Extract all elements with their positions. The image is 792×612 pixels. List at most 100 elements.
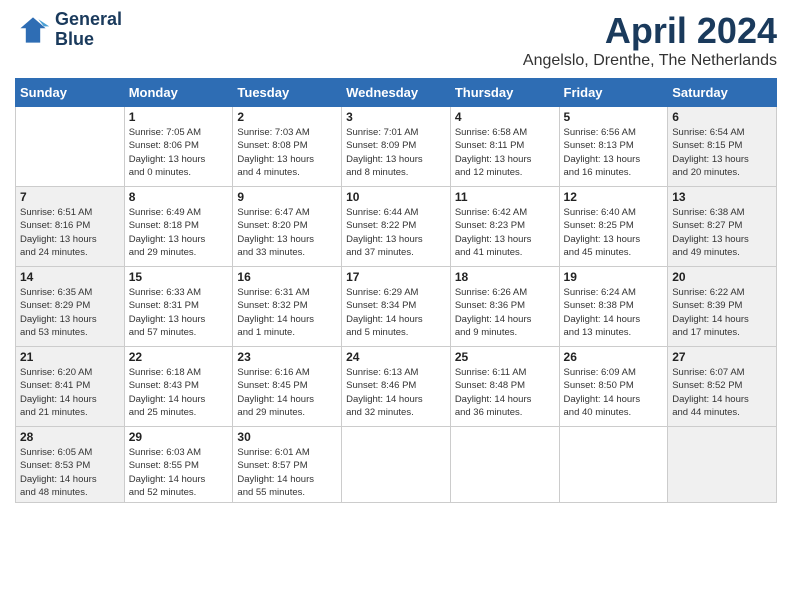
day-info: Sunrise: 6:38 AM Sunset: 8:27 PM Dayligh… (672, 206, 772, 259)
calendar-subtitle: Angelslo, Drenthe, The Netherlands (523, 52, 777, 70)
day-info: Sunrise: 6:07 AM Sunset: 8:52 PM Dayligh… (672, 366, 772, 419)
calendar-table: SundayMondayTuesdayWednesdayThursdayFrid… (15, 78, 777, 503)
calendar-cell: 3 Sunrise: 7:01 AM Sunset: 8:09 PM Daylig… (342, 107, 451, 187)
day-info: Sunrise: 6:22 AM Sunset: 8:39 PM Dayligh… (672, 286, 772, 339)
calendar-cell: 24 Sunrise: 6:13 AM Sunset: 8:46 PM Dayli… (342, 347, 451, 427)
day-info: Sunrise: 6:20 AM Sunset: 8:41 PM Dayligh… (20, 366, 120, 419)
calendar-cell: 30Sunrise: 6:01 AM Sunset: 8:57 PM Dayli… (233, 427, 342, 503)
day-info: Sunrise: 6:42 AM Sunset: 8:23 PM Dayligh… (455, 206, 555, 259)
calendar-cell: 21 Sunrise: 6:20 AM Sunset: 8:41 PM Dayli… (16, 347, 125, 427)
day-number: 22 (129, 350, 229, 364)
page-header: General Blue April 2024 Angelslo, Drenth… (15, 10, 777, 70)
day-header-thursday: Thursday (450, 79, 559, 107)
day-number: 10 (346, 190, 446, 204)
day-info: Sunrise: 6:01 AM Sunset: 8:57 PM Dayligh… (237, 446, 337, 499)
calendar-cell: 28Sunrise: 6:05 AM Sunset: 8:53 PM Dayli… (16, 427, 125, 503)
day-number: 26 (564, 350, 664, 364)
day-header-wednesday: Wednesday (342, 79, 451, 107)
day-number: 8 (129, 190, 229, 204)
day-info: Sunrise: 6:18 AM Sunset: 8:43 PM Dayligh… (129, 366, 229, 419)
day-number: 15 (129, 270, 229, 284)
calendar-cell (668, 427, 777, 503)
week-row-5: 28Sunrise: 6:05 AM Sunset: 8:53 PM Dayli… (16, 427, 777, 503)
calendar-cell (559, 427, 668, 503)
calendar-cell: 11 Sunrise: 6:42 AM Sunset: 8:23 PM Dayli… (450, 187, 559, 267)
day-number: 24 (346, 350, 446, 364)
day-info: Sunrise: 6:09 AM Sunset: 8:50 PM Dayligh… (564, 366, 664, 419)
day-info: Sunrise: 7:03 AM Sunset: 8:08 PM Dayligh… (237, 126, 337, 179)
day-info: Sunrise: 6:13 AM Sunset: 8:46 PM Dayligh… (346, 366, 446, 419)
day-info: Sunrise: 6:29 AM Sunset: 8:34 PM Dayligh… (346, 286, 446, 339)
day-info: Sunrise: 6:56 AM Sunset: 8:13 PM Dayligh… (564, 126, 664, 179)
day-info: Sunrise: 6:31 AM Sunset: 8:32 PM Dayligh… (237, 286, 337, 339)
day-info: Sunrise: 6:51 AM Sunset: 8:16 PM Dayligh… (20, 206, 120, 259)
day-info: Sunrise: 6:35 AM Sunset: 8:29 PM Dayligh… (20, 286, 120, 339)
calendar-cell: 23Sunrise: 6:16 AM Sunset: 8:45 PM Dayli… (233, 347, 342, 427)
calendar-cell: 10 Sunrise: 6:44 AM Sunset: 8:22 PM Dayli… (342, 187, 451, 267)
day-number: 27 (672, 350, 772, 364)
day-number: 13 (672, 190, 772, 204)
week-row-1: 1 Sunrise: 7:05 AM Sunset: 8:06 PM Daylig… (16, 107, 777, 187)
week-row-2: 7 Sunrise: 6:51 AM Sunset: 8:16 PM Daylig… (16, 187, 777, 267)
day-number: 29 (129, 430, 229, 444)
day-info: Sunrise: 6:40 AM Sunset: 8:25 PM Dayligh… (564, 206, 664, 259)
calendar-cell: 5 Sunrise: 6:56 AM Sunset: 8:13 PM Daylig… (559, 107, 668, 187)
calendar-cell: 13 Sunrise: 6:38 AM Sunset: 8:27 PM Dayli… (668, 187, 777, 267)
day-header-monday: Monday (124, 79, 233, 107)
day-number: 9 (237, 190, 337, 204)
day-number: 1 (129, 110, 229, 124)
day-number: 21 (20, 350, 120, 364)
calendar-cell: 29Sunrise: 6:03 AM Sunset: 8:55 PM Dayli… (124, 427, 233, 503)
day-info: Sunrise: 7:05 AM Sunset: 8:06 PM Dayligh… (129, 126, 229, 179)
calendar-cell: 19 Sunrise: 6:24 AM Sunset: 8:38 PM Dayli… (559, 267, 668, 347)
calendar-cell: 4Sunrise: 6:58 AM Sunset: 8:11 PM Daylig… (450, 107, 559, 187)
day-number: 7 (20, 190, 120, 204)
title-area: April 2024 Angelslo, Drenthe, The Nether… (523, 10, 777, 70)
day-number: 2 (237, 110, 337, 124)
calendar-cell: 15Sunrise: 6:33 AM Sunset: 8:31 PM Dayli… (124, 267, 233, 347)
day-info: Sunrise: 6:26 AM Sunset: 8:36 PM Dayligh… (455, 286, 555, 339)
day-number: 19 (564, 270, 664, 284)
logo-icon (15, 12, 51, 48)
logo: General Blue (15, 10, 122, 50)
week-row-3: 14 Sunrise: 6:35 AM Sunset: 8:29 PM Dayli… (16, 267, 777, 347)
day-number: 3 (346, 110, 446, 124)
calendar-title: April 2024 (523, 10, 777, 52)
day-header-saturday: Saturday (668, 79, 777, 107)
calendar-cell: 6Sunrise: 6:54 AM Sunset: 8:15 PM Daylig… (668, 107, 777, 187)
day-number: 25 (455, 350, 555, 364)
day-header-tuesday: Tuesday (233, 79, 342, 107)
calendar-cell: 12 Sunrise: 6:40 AM Sunset: 8:25 PM Dayli… (559, 187, 668, 267)
calendar-cell: 20 Sunrise: 6:22 AM Sunset: 8:39 PM Dayli… (668, 267, 777, 347)
day-number: 17 (346, 270, 446, 284)
day-info: Sunrise: 6:11 AM Sunset: 8:48 PM Dayligh… (455, 366, 555, 419)
calendar-cell: 17 Sunrise: 6:29 AM Sunset: 8:34 PM Dayli… (342, 267, 451, 347)
calendar-cell: 1 Sunrise: 7:05 AM Sunset: 8:06 PM Daylig… (124, 107, 233, 187)
day-number: 20 (672, 270, 772, 284)
day-number: 14 (20, 270, 120, 284)
calendar-body: 1 Sunrise: 7:05 AM Sunset: 8:06 PM Daylig… (16, 107, 777, 503)
calendar-cell: 18 Sunrise: 6:26 AM Sunset: 8:36 PM Dayli… (450, 267, 559, 347)
day-info: Sunrise: 6:58 AM Sunset: 8:11 PM Dayligh… (455, 126, 555, 179)
calendar-cell: 22 Sunrise: 6:18 AM Sunset: 8:43 PM Dayli… (124, 347, 233, 427)
calendar-cell (450, 427, 559, 503)
calendar-cell: 9Sunrise: 6:47 AM Sunset: 8:20 PM Daylig… (233, 187, 342, 267)
calendar-header-row: SundayMondayTuesdayWednesdayThursdayFrid… (16, 79, 777, 107)
day-info: Sunrise: 6:16 AM Sunset: 8:45 PM Dayligh… (237, 366, 337, 419)
day-number: 11 (455, 190, 555, 204)
day-number: 5 (564, 110, 664, 124)
day-info: Sunrise: 6:44 AM Sunset: 8:22 PM Dayligh… (346, 206, 446, 259)
day-info: Sunrise: 6:05 AM Sunset: 8:53 PM Dayligh… (20, 446, 120, 499)
day-number: 12 (564, 190, 664, 204)
day-number: 18 (455, 270, 555, 284)
calendar-cell: 27 Sunrise: 6:07 AM Sunset: 8:52 PM Dayli… (668, 347, 777, 427)
calendar-cell (342, 427, 451, 503)
day-header-sunday: Sunday (16, 79, 125, 107)
calendar-cell: 14 Sunrise: 6:35 AM Sunset: 8:29 PM Dayli… (16, 267, 125, 347)
calendar-cell: 16Sunrise: 6:31 AM Sunset: 8:32 PM Dayli… (233, 267, 342, 347)
week-row-4: 21 Sunrise: 6:20 AM Sunset: 8:41 PM Dayli… (16, 347, 777, 427)
logo-text: General Blue (55, 10, 122, 50)
day-info: Sunrise: 6:24 AM Sunset: 8:38 PM Dayligh… (564, 286, 664, 339)
day-info: Sunrise: 7:01 AM Sunset: 8:09 PM Dayligh… (346, 126, 446, 179)
day-info: Sunrise: 6:54 AM Sunset: 8:15 PM Dayligh… (672, 126, 772, 179)
